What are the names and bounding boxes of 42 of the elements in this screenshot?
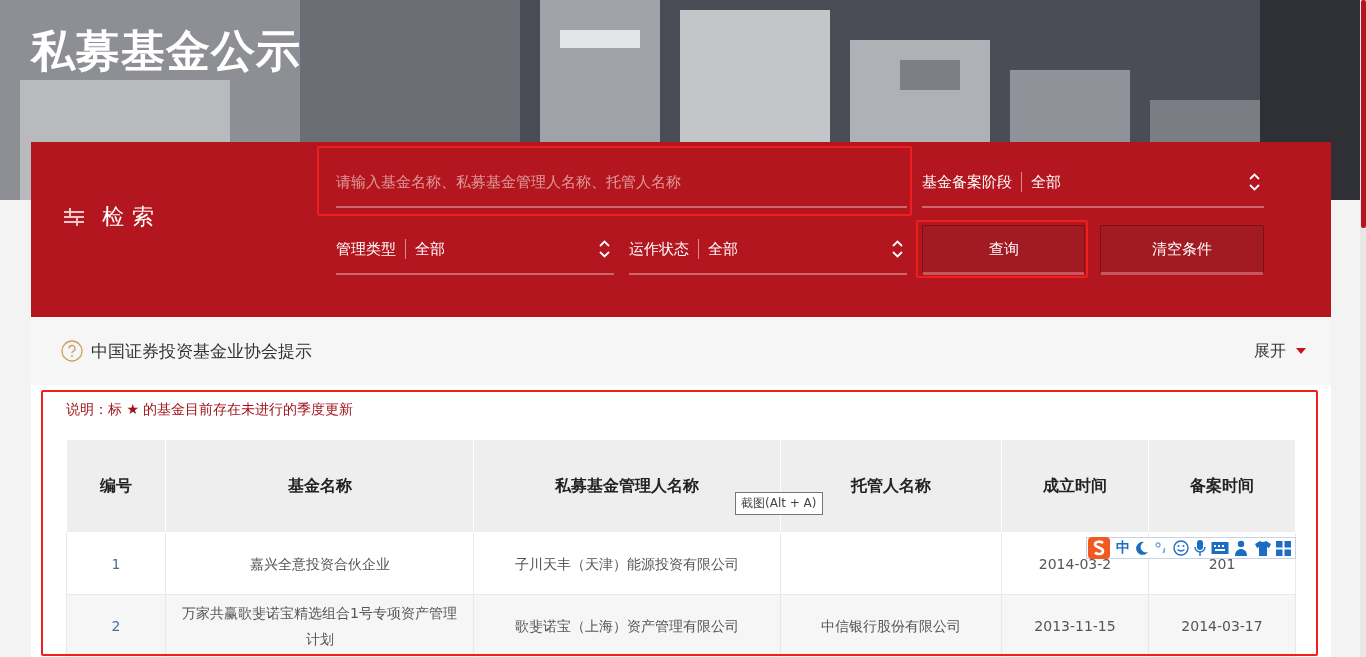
help-icon — [61, 340, 83, 362]
column-header: 备案时间 — [1148, 439, 1296, 533]
caret-down-icon — [1296, 348, 1306, 354]
microphone-icon[interactable] — [1194, 540, 1206, 556]
table-cell: 中信银行股份有限公司 — [780, 594, 1002, 657]
shirt-icon[interactable] — [1255, 540, 1271, 556]
table-cell: 2013-11-15 — [1001, 594, 1149, 657]
table-cell: 2014-03-17 — [1148, 594, 1296, 657]
smiley-icon[interactable] — [1173, 540, 1189, 556]
grid-icon[interactable] — [1276, 540, 1291, 556]
table-cell: 万家共赢歌斐诺宝精选组合1号专项资产管理计划 — [165, 594, 474, 657]
search-field[interactable]: 请输入基金名称、私募基金管理人名称、托管人名称 — [336, 158, 907, 208]
sort-arrows-icon — [1249, 173, 1260, 191]
column-header: 基金名称 — [165, 439, 474, 533]
table-cell: 子川天丰（天津）能源投资有限公司 — [473, 532, 781, 595]
scrollbar-thumb[interactable] — [1361, 0, 1366, 228]
sort-arrows-icon — [599, 240, 610, 258]
search-heading: 检索 — [102, 202, 162, 231]
table-cell: 1 — [66, 532, 166, 595]
notice-title: 中国证券投资基金业协会提示 — [91, 339, 313, 363]
clear-button[interactable]: 清空条件 — [1100, 225, 1264, 275]
keyboard-icon[interactable] — [1211, 541, 1229, 555]
logo-icon[interactable] — [1087, 537, 1111, 559]
table-cell: 嘉兴全意投资合伙企业 — [165, 532, 474, 595]
expand-toggle[interactable]: 展开 — [1254, 340, 1306, 362]
filter-dropdown[interactable]: 基金备案阶段 全部 — [922, 158, 1264, 208]
scrollbar[interactable] — [1360, 0, 1366, 657]
table-cell: 2 — [66, 594, 166, 657]
legend-note: 说明：标 ★ 的基金目前存在未进行的季度更新 — [66, 401, 355, 419]
table-cell: 歌斐诺宝（上海）资产管理有限公司 — [473, 594, 781, 657]
filter-dropdown[interactable]: 管理类型 全部 — [336, 225, 614, 275]
user-icon[interactable] — [1234, 540, 1250, 556]
page-title: 私募基金公示 — [29, 24, 301, 78]
moon-icon[interactable] — [1135, 541, 1149, 555]
tooltip: 截图(Alt + A) — [735, 492, 823, 515]
filter-icon — [64, 207, 84, 226]
column-header: 编号 — [66, 439, 166, 533]
filter-dropdown[interactable]: 运作状态 全部 — [629, 225, 907, 275]
query-button[interactable]: 查询 — [922, 225, 1085, 275]
sort-arrows-icon — [892, 240, 903, 258]
column-header: 成立时间 — [1001, 439, 1149, 533]
input-mode-toggle[interactable]: 中 — [1116, 539, 1130, 557]
